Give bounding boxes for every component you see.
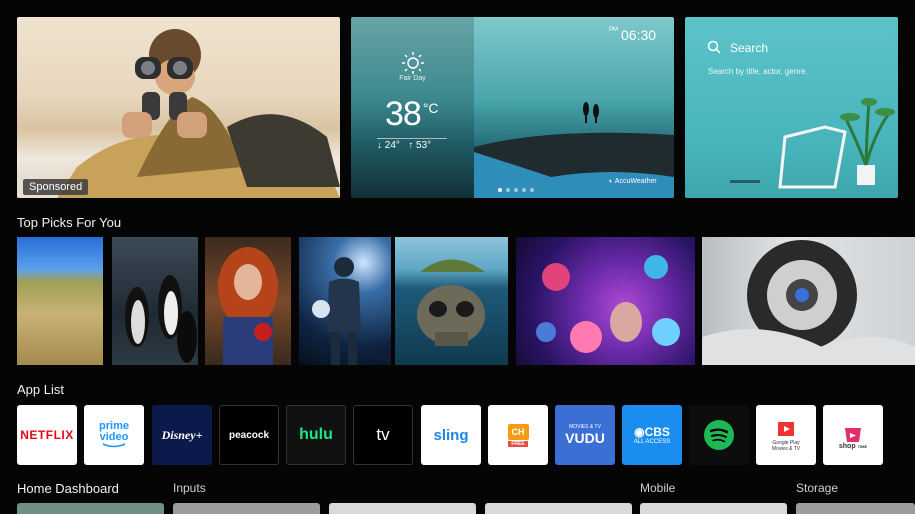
sponsored-badge: Sponsored xyxy=(23,179,89,195)
inputs-heading: Inputs xyxy=(173,481,206,495)
dashboard-tile-input-3[interactable] xyxy=(485,503,632,514)
pick-spinning-tire[interactable] xyxy=(702,237,915,365)
app-google-play-sublabel: Movies & TV xyxy=(771,446,801,452)
clock: PM 06:30 xyxy=(609,27,656,43)
page-dot xyxy=(530,188,534,192)
temperature-range: ↓ 24° ↑ 53° xyxy=(377,140,431,151)
app-spotify[interactable] xyxy=(689,405,749,465)
clock-ampm: PM xyxy=(609,27,618,33)
app-sling-label: sling xyxy=(433,426,469,444)
shop-bag-icon xyxy=(845,427,861,442)
accuweather-icon: ◐ xyxy=(609,178,614,185)
low-temperature: ↓ 24° xyxy=(377,140,400,151)
app-disney-plus[interactable]: Disney+ xyxy=(152,405,212,465)
weather-condition: Fair Day xyxy=(399,75,426,82)
temperature-display: 38 °C xyxy=(385,95,439,134)
top-picks-heading: Top Picks For You xyxy=(17,215,122,230)
app-shop-label: shop TIME xyxy=(838,442,868,450)
pick-penguins[interactable] xyxy=(112,237,198,365)
app-hulu-label: hulu xyxy=(299,426,333,443)
page-dot xyxy=(506,188,510,192)
app-netflix-label: NETFLIX xyxy=(20,428,74,442)
app-cbs[interactable]: ◉CBS ALL ACCESS xyxy=(622,405,682,465)
app-vudu[interactable]: MOVIES & TV VUDU xyxy=(555,405,615,465)
dashboard-tile-home[interactable] xyxy=(17,503,164,514)
pick-island-skull[interactable] xyxy=(395,237,508,365)
app-hulu[interactable]: hulu xyxy=(286,405,346,465)
pick-red-haired-woman[interactable] xyxy=(205,237,291,365)
prime-smile-icon xyxy=(102,443,126,448)
woman-art xyxy=(218,247,278,365)
temperature-value: 38 xyxy=(385,95,422,133)
app-peacock[interactable]: peacock xyxy=(219,405,279,465)
temperature-unit: °C xyxy=(422,100,439,116)
tire-art xyxy=(702,240,915,365)
flower-portrait-art xyxy=(536,255,680,353)
page-dot xyxy=(522,188,526,192)
app-apple-tv[interactable]: tv xyxy=(353,405,413,465)
app-channel-plus-sublabel: FREE xyxy=(508,440,528,447)
clock-time: 06:30 xyxy=(621,27,657,43)
page-indicator xyxy=(496,179,536,197)
search-illustration xyxy=(730,98,895,189)
app-cbs-label: ◉CBS xyxy=(634,425,670,439)
app-cbs-sublabel: ALL ACCESS xyxy=(633,439,671,445)
dashboard-tile-mobile[interactable] xyxy=(640,503,787,514)
sponsored-banner[interactable]: Sponsored xyxy=(17,17,340,198)
dashboard-tile-storage[interactable] xyxy=(796,503,915,514)
page-dot xyxy=(498,188,502,192)
google-play-movies-icon xyxy=(778,422,794,436)
app-google-play-movies[interactable]: Google Play Movies & TV xyxy=(756,405,816,465)
app-channel-plus-label: CH xyxy=(507,423,529,440)
pick-soccer-player[interactable] xyxy=(299,237,391,365)
weather-widget[interactable]: Fair Day 38 °C ↓ 24° ↑ 53° PM 06:30 ◐ Accu… xyxy=(351,17,674,198)
weather-provider-label: AccuWeather xyxy=(614,178,657,185)
home-dashboard-heading: Home Dashboard xyxy=(17,481,119,496)
pick-wheat-field[interactable] xyxy=(17,237,103,365)
pick-flower-portrait[interactable] xyxy=(516,237,695,365)
skull-art xyxy=(417,259,485,346)
app-sling[interactable]: sling xyxy=(421,405,481,465)
player-art xyxy=(312,257,361,365)
weather-provider: ◐ AccuWeather xyxy=(609,178,657,185)
app-channel-plus[interactable]: CH FREE xyxy=(488,405,548,465)
mobile-heading: Mobile xyxy=(640,481,676,495)
app-netflix[interactable]: NETFLIX xyxy=(17,405,77,465)
app-apple-tv-label: tv xyxy=(376,425,390,444)
app-vudu-label: VUDU xyxy=(565,430,605,446)
spotify-icon xyxy=(704,420,734,450)
search-card[interactable]: Search Search by title, actor, genre. xyxy=(685,17,898,198)
app-list-heading: App List xyxy=(17,382,64,397)
dashboard-tile-input-2[interactable] xyxy=(329,503,476,514)
dashboard-tile-input-1[interactable] xyxy=(173,503,320,514)
app-prime-video[interactable]: prime video xyxy=(84,405,144,465)
sponsored-illustration xyxy=(17,29,340,198)
penguins-art xyxy=(125,275,197,363)
storage-heading: Storage xyxy=(796,481,839,495)
high-temperature: ↑ 53° xyxy=(408,140,432,151)
app-peacock-label: peacock xyxy=(228,429,270,441)
page-dot xyxy=(514,188,518,192)
divider xyxy=(377,138,447,139)
app-prime-video-label: prime video xyxy=(99,420,129,443)
app-shop-time[interactable]: shop TIME xyxy=(823,405,883,465)
cbs-eye-icon: ◉ xyxy=(634,425,645,439)
app-disney-plus-label: Disney+ xyxy=(161,427,203,442)
